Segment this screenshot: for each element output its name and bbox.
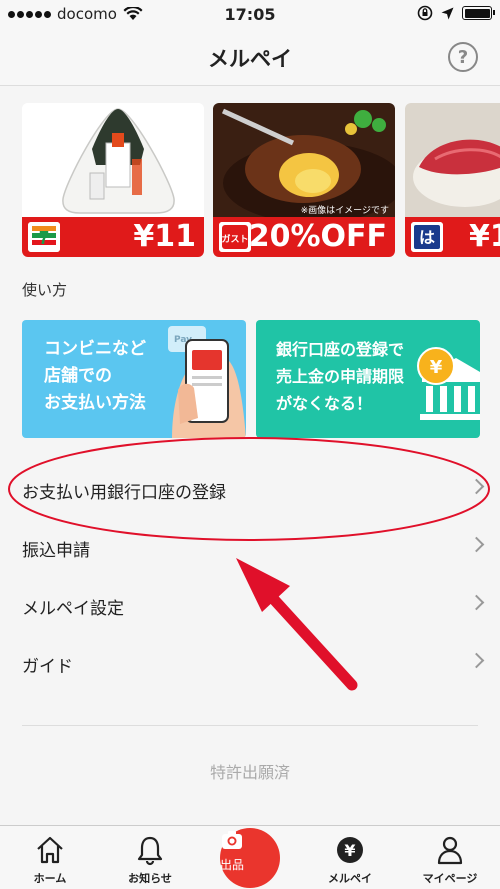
chevron-right-icon: [468, 478, 485, 495]
patent-notice: 特許出願済: [209, 763, 290, 782]
chevron-right-icon: [468, 652, 485, 669]
status-right: [417, 5, 495, 21]
camera-icon: [222, 831, 242, 849]
tab-label: 出品: [220, 858, 245, 872]
tab-merpay[interactable]: ¥ メルペイ: [300, 826, 400, 889]
seven-eleven-logo: 7: [28, 222, 60, 252]
bell-icon: [137, 836, 163, 866]
tab-mypage[interactable]: マイページ: [400, 826, 500, 889]
gusto-logo: ガスト: [219, 222, 251, 252]
battery-icon: [462, 6, 495, 20]
promo-card-onigiri[interactable]: 7 ¥11: [22, 103, 204, 257]
promo-footer: は ¥16: [405, 217, 500, 257]
chevron-right-icon: [468, 536, 485, 553]
phone-hand-illustration: Pay: [168, 326, 246, 438]
sushi-image: [405, 103, 500, 217]
tab-label: ホーム: [33, 872, 67, 885]
help-button[interactable]: ?: [448, 42, 478, 72]
menu-item-merpay-settings[interactable]: メルペイ設定: [0, 576, 500, 634]
tab-label: お知らせ: [128, 872, 172, 885]
nav-bar: メルペイ ?: [0, 30, 500, 86]
page-title: メルペイ: [208, 47, 292, 71]
svg-text:は: は: [419, 228, 435, 247]
menu-item-transfer-request[interactable]: 振込申請: [0, 518, 500, 576]
menu-item-label: メルペイ設定: [22, 599, 124, 619]
rotation-lock-icon: [417, 5, 433, 21]
promo-carousel[interactable]: 7 ¥11 ※画像はイメージです ガスト 20%OFF は ¥: [0, 100, 500, 260]
status-bar: docomo 17:05: [0, 0, 500, 30]
menu-item-label: お支払い用銀行口座の登録: [22, 483, 226, 503]
tab-sell[interactable]: 出品: [220, 828, 280, 888]
promo-card-sushi[interactable]: は ¥16: [405, 103, 500, 257]
promo-footer: ガスト 20%OFF: [213, 217, 395, 257]
promo-value: ¥16: [469, 219, 500, 254]
onigiri-image: [22, 103, 204, 217]
promo-value: ¥11: [133, 219, 196, 254]
guide-card-store-payment[interactable]: コンビニなど 店舗での お支払い方法 Pay: [22, 320, 246, 438]
divider: [22, 725, 478, 726]
home-icon: [37, 836, 63, 864]
chevron-right-icon: [468, 594, 485, 611]
location-icon: [441, 7, 454, 19]
tab-notifications[interactable]: お知らせ: [100, 826, 200, 889]
tab-label: メルペイ: [328, 872, 372, 885]
menu-item-label: ガイド: [22, 657, 73, 677]
bank-yen-illustration: ¥: [417, 347, 480, 420]
menu-item-guide[interactable]: ガイド: [0, 634, 500, 692]
tab-home[interactable]: ホーム: [0, 826, 100, 889]
section-how-to: 使い方: [22, 281, 68, 299]
hamburg-steak-image: [213, 103, 395, 217]
svg-text:7: 7: [39, 228, 49, 248]
yen-icon: ¥: [337, 837, 363, 863]
svg-text:ガスト: ガスト: [221, 233, 248, 245]
promo-card-gusto[interactable]: ※画像はイメージです ガスト 20%OFF: [213, 103, 395, 257]
tab-label: マイページ: [422, 872, 478, 885]
person-icon: [437, 836, 463, 865]
svg-text:¥: ¥: [430, 357, 443, 378]
promo-footer: 7 ¥11: [22, 217, 204, 257]
image-note: ※画像はイメージです: [300, 206, 389, 216]
hamazushi-logo: は: [411, 222, 443, 252]
promo-value: 20%OFF: [248, 219, 387, 254]
menu-item-label: 振込申請: [22, 541, 90, 561]
tab-bar: ホーム お知らせ 出品 ¥ メルペイ マイページ: [0, 825, 500, 889]
guide-card-bank-registration[interactable]: 銀行口座の登録で 売上金の申請期限 がなくなる！ ¥: [256, 320, 480, 438]
svg-text:¥: ¥: [344, 841, 355, 860]
menu-item-bank-registration[interactable]: お支払い用銀行口座の登録: [0, 460, 500, 518]
